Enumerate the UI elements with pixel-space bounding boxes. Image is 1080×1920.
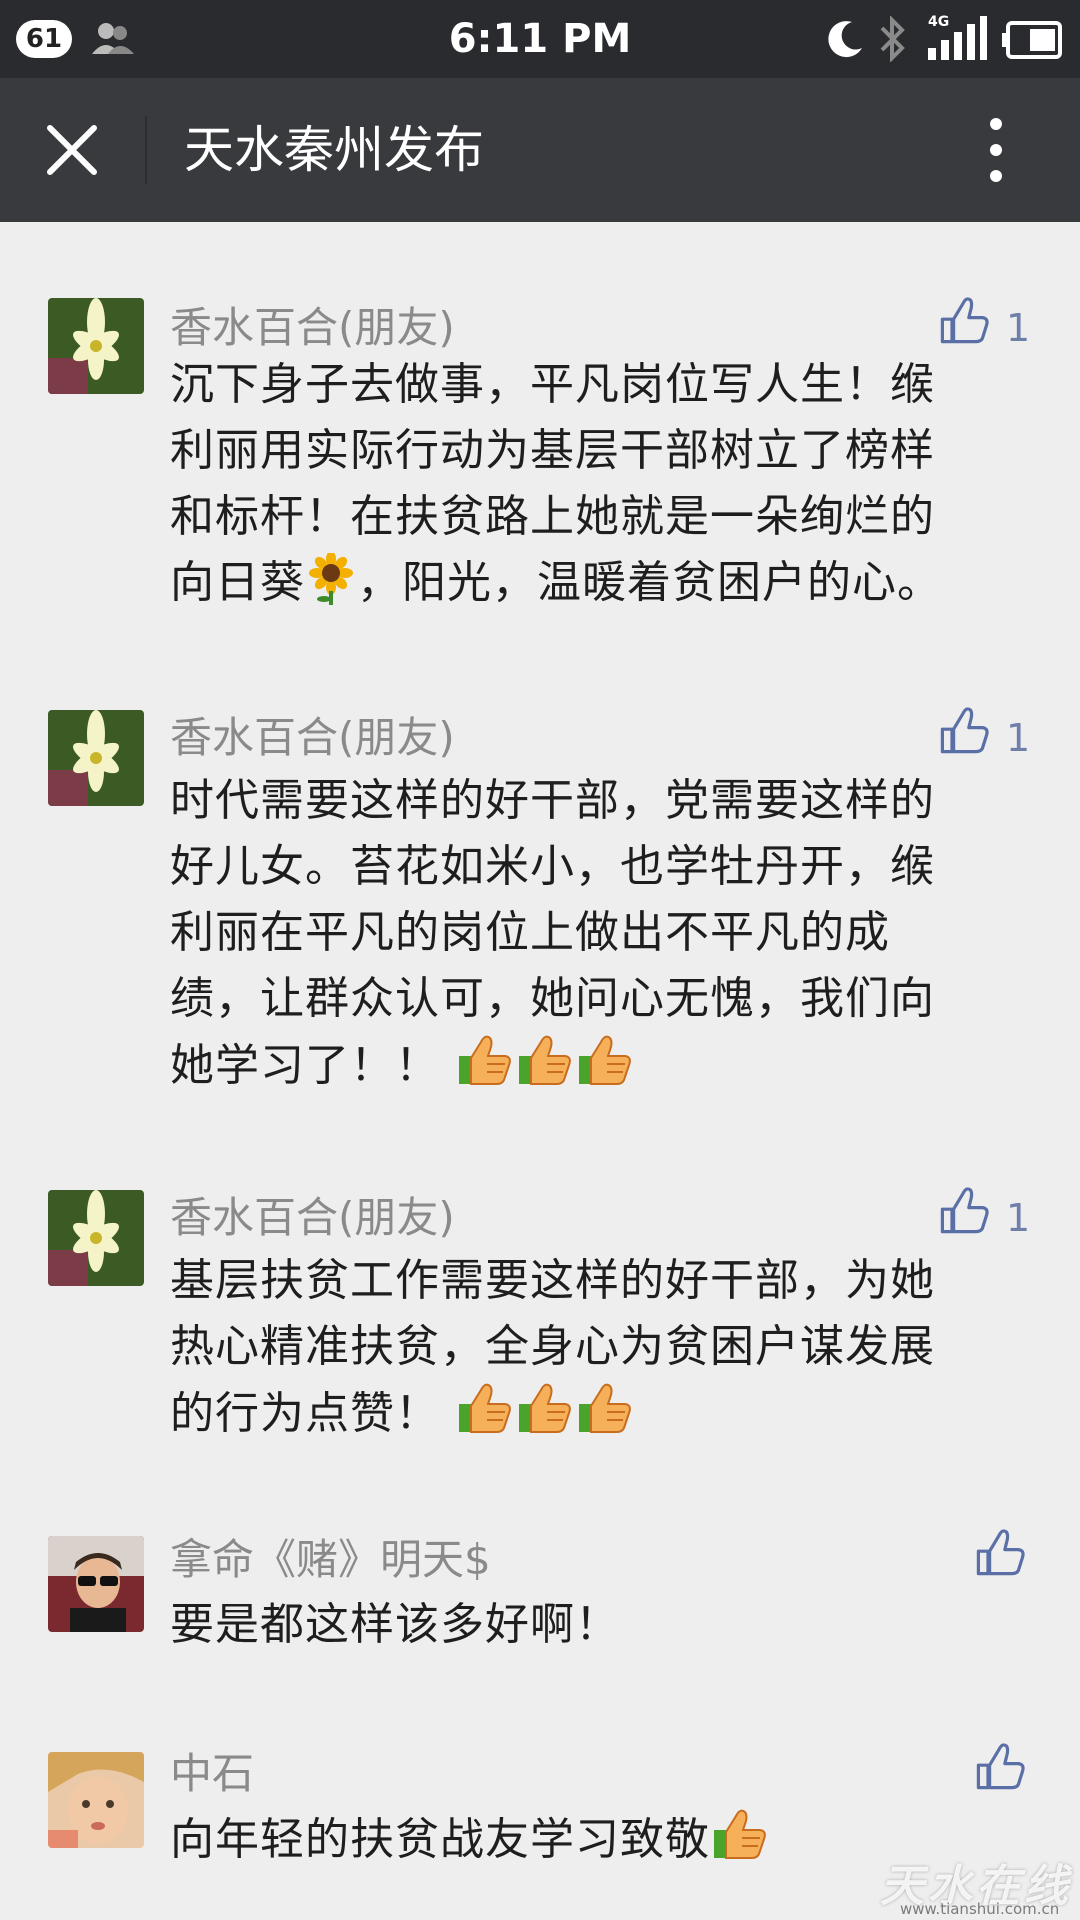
thumbs-up-icon: [972, 1738, 1028, 1794]
thumbs-up-icon: [936, 1182, 992, 1238]
child-avatar-image: [48, 1752, 144, 1848]
comment-line: 沉下身子去做事，平凡岗位写人生！缑: [170, 359, 935, 410]
battery-icon: [1002, 21, 1062, 59]
comment-text: 要是都这样该多好啊！: [170, 1592, 1020, 1658]
site-watermark: 天水在线 www.tianshui.com.cn: [880, 1850, 1080, 1920]
thumbs-up-icon: [936, 702, 992, 758]
avatar[interactable]: [48, 710, 144, 806]
comment-line: 的行为点赞！: [170, 1380, 1020, 1447]
lily-avatar-image: [48, 710, 144, 806]
lily-avatar-image: [48, 1190, 144, 1286]
clock: 6:11 PM: [448, 16, 632, 62]
comment-author: 香水百合(朋友): [170, 1193, 455, 1242]
close-icon: [47, 125, 97, 175]
comment-text: 基层扶贫工作需要这样的好干部，为她 热心精准扶贫，全身心为贫困户谋发展 的行为点…: [170, 1248, 1020, 1447]
avatar[interactable]: [48, 1752, 144, 1848]
comment-author: 中石: [170, 1749, 255, 1798]
like-button[interactable]: [936, 1182, 1006, 1252]
lily-avatar-image: [48, 298, 144, 394]
like-count: 1: [1006, 306, 1031, 350]
app-bar-divider: [145, 116, 147, 184]
thumbs-up-emoji-icon: [457, 1380, 513, 1436]
bluetooth-icon: [880, 16, 905, 62]
like-count: 1: [1006, 716, 1031, 760]
avatar[interactable]: [48, 1536, 144, 1632]
sunflower-icon: [309, 553, 353, 605]
watermark-url: www.tianshui.com.cn: [900, 1900, 1060, 1918]
comment-line: 热心精准扶贫，全身心为贫困户谋发展: [170, 1321, 935, 1372]
boy-sunglasses-avatar-image: [48, 1536, 144, 1632]
thumbs-up-icon: [972, 1524, 1028, 1580]
moon-icon: [828, 21, 862, 58]
comment-line: 要是都这样该多好啊！: [170, 1599, 620, 1650]
comment-line: 利丽用实际行动为基层干部树立了榜样: [170, 425, 935, 476]
avatar[interactable]: [48, 1190, 144, 1286]
comment-author: 拿命《赌》明天$: [170, 1535, 491, 1584]
like-button[interactable]: [972, 1524, 1042, 1594]
thumbs-up-emoji-icon: [457, 1032, 513, 1088]
thumbs-up-emoji-icon: [517, 1380, 573, 1436]
like-button[interactable]: [936, 702, 1006, 772]
comment-line: 好儿女。苔花如米小，也学牡丹开，缑: [170, 841, 935, 892]
comment-line: 她学习了！！: [170, 1032, 1020, 1099]
comment-line: 和标杆！在扶贫路上她就是一朵绚烂的: [170, 491, 935, 542]
thumbs-up-emoji-icon: [712, 1806, 768, 1862]
avatar[interactable]: [48, 298, 144, 394]
page-title: 天水秦州发布: [184, 121, 484, 179]
app-bar: 天水秦州发布: [0, 78, 1080, 222]
like-count: 1: [1006, 1196, 1031, 1240]
comment-line: 绩，让群众认可，她问心无愧，我们向: [170, 973, 935, 1024]
close-button[interactable]: [36, 114, 108, 186]
comment-line: 基层扶贫工作需要这样的好干部，为她: [170, 1255, 935, 1306]
comment-author: 香水百合(朋友): [170, 303, 455, 352]
comment-author: 香水百合(朋友): [170, 713, 455, 762]
comment-text: 时代需要这样的好干部，党需要这样的 好儿女。苔花如米小，也学牡丹开，缑 利丽在平…: [170, 768, 1020, 1099]
comment-line: 时代需要这样的好干部，党需要这样的: [170, 775, 935, 826]
more-vertical-icon: [990, 118, 1002, 182]
signal-strength-icon: [928, 16, 987, 60]
thumbs-up-icon: [936, 292, 992, 348]
more-options-button[interactable]: [966, 112, 1026, 188]
comment-text: 沉下身子去做事，平凡岗位写人生！缑 利丽用实际行动为基层干部树立了榜样 和标杆！…: [170, 352, 1020, 616]
thumbs-up-emoji-icon: [577, 1380, 633, 1436]
thumbs-up-emoji-icon: [517, 1032, 573, 1088]
comment-line: 利丽在平凡的岗位上做出不平凡的成: [170, 907, 890, 958]
comment-line: 向日葵 ，阳光，温暖着贫困户的心。: [170, 550, 1020, 616]
like-button[interactable]: [972, 1738, 1042, 1808]
status-bar: 61 6:11 PM 4G: [0, 0, 1080, 78]
thumbs-up-emoji-icon: [577, 1032, 633, 1088]
